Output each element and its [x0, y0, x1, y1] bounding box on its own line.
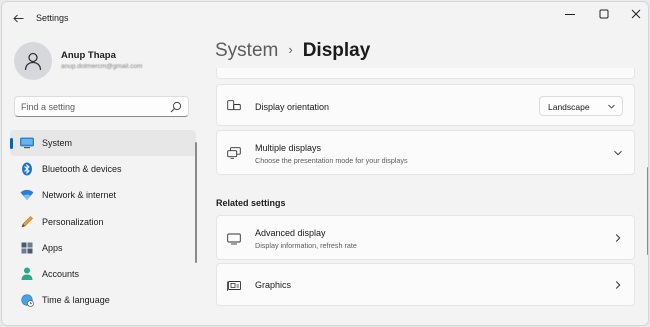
page-title: Display: [302, 40, 371, 61]
related-settings-header: Related settings: [216, 198, 286, 208]
orientation-title: Display orientation: [255, 102, 330, 112]
main-scrollbar[interactable]: [647, 167, 648, 255]
breadcrumb: System › Display: [215, 40, 370, 62]
orientation-value: Landscape: [548, 102, 590, 112]
sidebar-nav: System Bluetooth & devices Network & int…: [2, 130, 196, 313]
breadcrumb-separator: ›: [288, 42, 293, 57]
user-email: anup.dotmercm@gmail.com: [61, 63, 143, 70]
display-orientation-card: Display orientation Landscape: [216, 84, 635, 126]
sidebar-item-network[interactable]: Network & internet: [10, 182, 196, 208]
multiple-displays-subtitle: Choose the presentation mode for your di…: [255, 156, 408, 165]
search-icon[interactable]: [170, 101, 182, 113]
person-avatar-icon: [24, 52, 42, 71]
previous-setting-card: [216, 68, 635, 79]
monitor-icon: [20, 136, 34, 150]
window-title: Settings: [36, 13, 69, 23]
search-box[interactable]: [14, 96, 189, 117]
monitor-outline-icon: [227, 232, 241, 246]
advanced-display-title: Advanced display: [255, 228, 326, 238]
advanced-display-card[interactable]: Advanced display Display information, re…: [216, 215, 635, 260]
back-button[interactable]: [8, 10, 28, 26]
chevron-down-icon: [608, 104, 615, 109]
pencil-icon: [20, 215, 34, 229]
search-input[interactable]: [21, 100, 171, 114]
sidebar-item-label: System: [42, 138, 73, 148]
graphics-title: Graphics: [255, 280, 292, 290]
sidebar-item-personalization[interactable]: Personalization: [10, 209, 196, 235]
maximize-button[interactable]: [588, 4, 620, 24]
sidebar-item-label: Network & internet: [42, 190, 117, 201]
maximize-icon: [599, 9, 609, 19]
sidebar-item-apps[interactable]: Apps: [10, 235, 196, 261]
sidebar-item-label: Apps: [42, 242, 63, 253]
breadcrumb-parent[interactable]: System: [215, 40, 278, 61]
graphics-card-icon: [227, 279, 241, 293]
sidebar-item-accounts[interactable]: Accounts: [10, 261, 196, 287]
globe-clock-icon: [20, 293, 34, 307]
sidebar-item-label: Bluetooth & devices: [42, 164, 122, 175]
wifi-icon: [20, 188, 34, 202]
orientation-dropdown[interactable]: Landscape: [539, 96, 623, 116]
settings-window: Settings Anup Thapa anup.dotmercm@gmail.…: [1, 1, 649, 326]
sidebar-scrollbar[interactable]: [195, 142, 197, 263]
graphics-card[interactable]: Graphics: [216, 263, 635, 306]
chevron-down-icon[interactable]: [613, 148, 623, 158]
multiple-displays-card[interactable]: Multiple displays Choose the presentatio…: [216, 130, 635, 175]
minimize-icon: [565, 14, 575, 15]
sidebar-item-label: Time & language: [42, 295, 110, 306]
display-orientation-icon: [227, 99, 241, 113]
sidebar-item-label: Accounts: [42, 268, 80, 279]
active-indicator: [10, 138, 13, 149]
close-icon: [631, 9, 641, 19]
bluetooth-icon: [20, 162, 34, 176]
apps-grid-icon: [20, 241, 34, 255]
multiple-displays-icon: [227, 146, 241, 160]
person-icon: [20, 267, 34, 281]
chevron-right-icon: [613, 233, 623, 243]
multiple-displays-title: Multiple displays: [255, 143, 322, 153]
chevron-right-icon: [613, 280, 623, 290]
sidebar-item-label: Personalization: [42, 216, 104, 227]
title-bar: Settings: [2, 2, 648, 34]
user-name: Anup Thapa: [61, 50, 116, 61]
sidebar-item-bluetooth[interactable]: Bluetooth & devices: [10, 156, 196, 182]
sidebar-item-time-language[interactable]: Time & language: [10, 287, 196, 313]
sidebar-item-system[interactable]: System: [10, 130, 196, 157]
advanced-display-subtitle: Display information, refresh rate: [255, 241, 357, 250]
close-button[interactable]: [620, 4, 648, 24]
avatar[interactable]: [14, 42, 52, 80]
back-arrow-icon: [12, 14, 23, 22]
minimize-button[interactable]: [554, 4, 586, 24]
